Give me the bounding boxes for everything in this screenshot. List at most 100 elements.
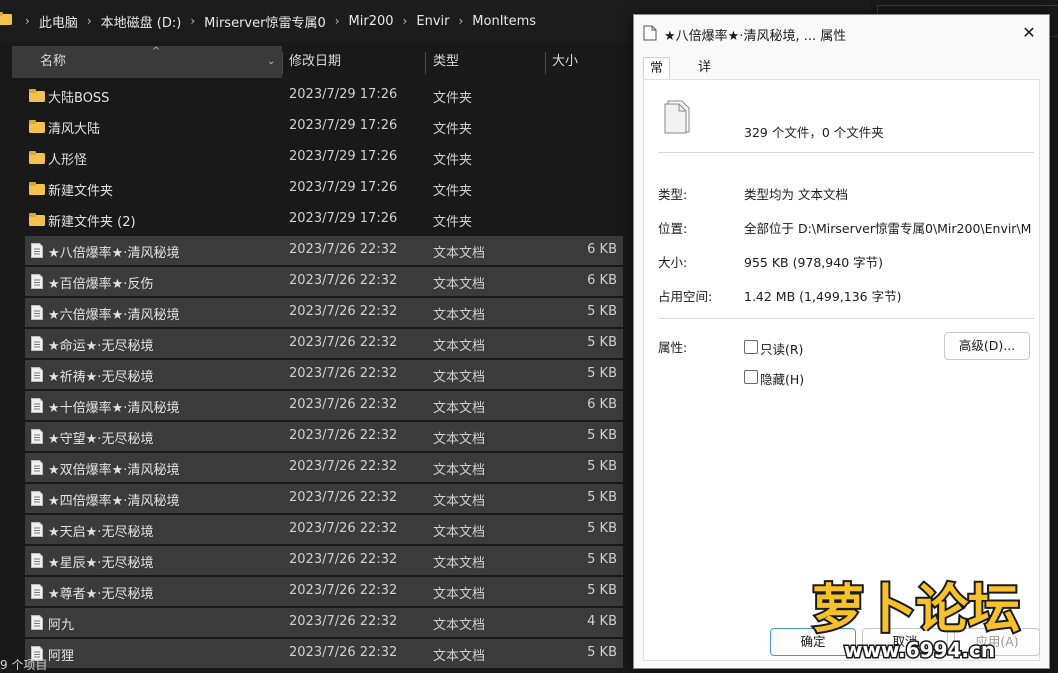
file-row[interactable]: ★六倍爆率★·清风秘境 2023/7/26 22:32 文本文档 5 KB (25, 298, 623, 327)
file-row[interactable]: ★尊者★·无尽秘境 2023/7/26 22:32 文本文档 5 KB (25, 577, 623, 606)
chevron-down-icon[interactable]: ⌄ (267, 46, 275, 78)
item-size: 6 KB (587, 397, 617, 412)
item-name: ★尊者★·无尽秘境 (48, 587, 154, 602)
location-value: 全部位于 D:\Mirserver惊雷专属0\Mir200\Envir\MonI… (744, 221, 1032, 236)
folder-row[interactable]: 清风大陆 2023/7/29 17:26 文件夹 (25, 112, 623, 141)
item-name: ★百倍爆率★·反伤 (48, 277, 154, 292)
crumb-mir200[interactable]: Mir200 (349, 14, 394, 29)
text-document-icon (31, 398, 43, 417)
item-name: 新建文件夹 (48, 184, 114, 199)
type-value: 类型均为 文本文档 (744, 187, 848, 202)
hidden-label[interactable]: 隐藏(H) (760, 369, 804, 388)
text-document-icon (31, 584, 43, 603)
readonly-label[interactable]: 只读(R) (760, 339, 803, 358)
item-name: 清风大陆 (48, 122, 101, 137)
item-type: 文本文档 (433, 556, 486, 571)
item-date: 2023/7/26 22:32 (289, 459, 398, 474)
divider (658, 318, 1034, 319)
file-row[interactable]: ★星辰★·无尽秘境 2023/7/26 22:32 文本文档 5 KB (25, 546, 623, 575)
size-label: 大小: (658, 255, 688, 270)
folder-icon (29, 89, 45, 107)
folder-row[interactable]: 大陆BOSS 2023/7/29 17:26 文件夹 (25, 81, 623, 110)
document-icon (643, 25, 657, 45)
item-size: 5 KB (587, 552, 617, 567)
item-name: 人形怪 (48, 153, 88, 168)
item-type: 文件夹 (433, 153, 473, 168)
item-size: 4 KB (587, 614, 617, 629)
column-divider[interactable] (282, 52, 283, 74)
folder-row[interactable]: 新建文件夹 (2) 2023/7/29 17:26 文件夹 (25, 205, 623, 234)
file-row[interactable]: ★四倍爆率★·清风秘境 2023/7/26 22:32 文本文档 5 KB (25, 484, 623, 513)
item-name: 阿九 (48, 618, 75, 633)
column-header-type[interactable]: 类型 (433, 46, 459, 78)
column-header-size[interactable]: 大小 (552, 46, 578, 78)
item-type: 文本文档 (433, 308, 486, 323)
item-type: 文本文档 (433, 649, 486, 664)
file-row[interactable]: ★十倍爆率★·清风秘境 2023/7/26 22:32 文本文档 6 KB (25, 391, 623, 420)
crumb-this-pc[interactable]: 此电脑 (39, 12, 78, 31)
column-divider[interactable] (425, 52, 426, 74)
file-row[interactable]: ★守望★·无尽秘境 2023/7/26 22:32 文本文档 5 KB (25, 422, 623, 451)
tab-general[interactable]: 常规 (643, 57, 671, 98)
file-row[interactable]: ★命运★·无尽秘境 2023/7/26 22:32 文本文档 5 KB (25, 329, 623, 358)
file-row[interactable]: 阿狸 2023/7/26 22:32 文本文档 5 KB (25, 639, 623, 668)
column-name-label: 名称 (40, 54, 67, 69)
crumb-mirserver[interactable]: Mirserver惊雷专属0 (204, 12, 326, 31)
item-name: ★八倍爆率★·清风秘境 (48, 246, 180, 261)
folder-row[interactable]: 人形怪 2023/7/29 17:26 文件夹 (25, 143, 623, 172)
item-size: 5 KB (587, 428, 617, 443)
item-type: 文本文档 (433, 618, 486, 633)
chevron-right-icon: › (190, 14, 196, 28)
folder-row[interactable]: 新建文件夹 2023/7/29 17:26 文件夹 (25, 174, 623, 203)
item-type: 文本文档 (433, 494, 486, 509)
folder-icon (29, 213, 45, 231)
file-row[interactable]: ★百倍爆率★·反伤 2023/7/26 22:32 文本文档 6 KB (25, 267, 623, 296)
item-name: ★祈祷★·无尽秘境 (48, 370, 154, 385)
folder-icon (29, 182, 45, 200)
text-document-icon (31, 367, 43, 386)
readonly-checkbox[interactable] (744, 340, 758, 354)
folder-icon (0, 12, 12, 30)
crumb-drive-d[interactable]: 本地磁盘 (D:) (101, 12, 182, 31)
hidden-checkbox[interactable] (744, 370, 758, 384)
item-name: ★十倍爆率★·清风秘境 (48, 401, 180, 416)
file-row[interactable]: ★天启★·无尽秘境 2023/7/26 22:32 文本文档 5 KB (25, 515, 623, 544)
file-summary: 329 个文件，0 个文件夹 (744, 125, 884, 140)
item-name: 新建文件夹 (2) (48, 215, 136, 230)
crumb-envir[interactable]: Envir (416, 14, 449, 29)
folder-icon (29, 120, 45, 138)
file-row[interactable]: ★祈祷★·无尽秘境 2023/7/26 22:32 文本文档 5 KB (25, 360, 623, 389)
item-date: 2023/7/26 22:32 (289, 397, 398, 412)
chevron-right-icon: › (25, 14, 30, 28)
file-row[interactable]: 阿九 2023/7/26 22:32 文本文档 4 KB (25, 608, 623, 637)
crumb-monitems[interactable]: MonItems (472, 14, 536, 29)
item-date: 2023/7/26 22:32 (289, 614, 398, 629)
item-name: ★星辰★·无尽秘境 (48, 556, 154, 571)
item-type: 文本文档 (433, 339, 486, 354)
column-header-name[interactable]: 名称 ^ ⌄ (12, 46, 282, 78)
item-size: 6 KB (587, 242, 617, 257)
item-date: 2023/7/26 22:32 (289, 304, 398, 319)
advanced-button[interactable]: 高级(D)... (944, 332, 1030, 360)
item-name: ★四倍爆率★·清风秘境 (48, 494, 180, 509)
item-size: 6 KB (587, 273, 617, 288)
tab-details[interactable]: 详细信息 (692, 57, 717, 141)
chevron-right-icon: › (402, 14, 408, 28)
item-name: 大陆BOSS (48, 91, 110, 106)
item-size: 5 KB (587, 304, 617, 319)
disk-size-value: 1.42 MB (1,499,136 字节) (744, 289, 902, 304)
file-row[interactable]: ★八倍爆率★·清风秘境 2023/7/26 22:32 文本文档 6 KB (25, 236, 623, 265)
attributes-label: 属性: (658, 340, 688, 355)
item-date: 2023/7/26 22:32 (289, 521, 398, 536)
item-type: 文件夹 (433, 184, 473, 199)
close-icon[interactable]: ✕ (1015, 21, 1043, 45)
column-divider[interactable] (545, 52, 546, 74)
file-row[interactable]: ★双倍爆率★·清风秘境 2023/7/26 22:32 文本文档 5 KB (25, 453, 623, 482)
chevron-right-icon: › (458, 14, 464, 28)
item-name: ★双倍爆率★·清风秘境 (48, 463, 180, 478)
item-name: ★六倍爆率★·清风秘境 (48, 308, 180, 323)
item-type: 文本文档 (433, 246, 486, 261)
column-header-modified[interactable]: 修改日期 (289, 46, 341, 78)
item-date: 2023/7/26 22:32 (289, 490, 398, 505)
chevron-right-icon: › (334, 14, 340, 28)
